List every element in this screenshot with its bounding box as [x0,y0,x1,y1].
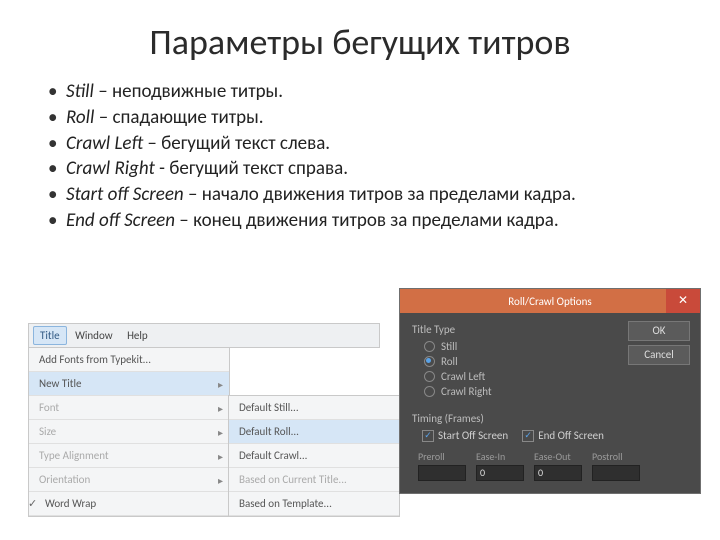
radio-crawl-right[interactable]: Crawl Right [424,385,688,398]
desc: – неподвижные титры. [94,80,283,103]
menu-help[interactable]: Help [121,327,154,344]
radio-icon [424,386,435,397]
col-postroll: Postroll [592,450,640,481]
field-label: Postroll [592,450,623,463]
radio-label: Roll [441,355,458,368]
dropdown: Add Fonts from Typekit... New Title ▸ Fo… [28,348,230,517]
field-label: Ease-Out [534,450,571,463]
list-item: Crawl Right - бегущий текст справа. [48,157,682,181]
checkbox-icon: ✓ [522,430,534,442]
submenu-default-still[interactable]: Default Still... [229,396,399,420]
checkbox-icon: ✓ [422,430,434,442]
menu-size[interactable]: Size ▸ [29,420,229,444]
check-label: Start Off Screen [438,429,508,442]
check-icon: ✓ [28,497,37,510]
term: Roll [66,106,94,129]
timing-fields: Preroll Ease-In 0 Ease-Out 0 Postroll [418,450,688,481]
chevron-right-icon: ▸ [218,402,223,415]
dialog-buttons: OK Cancel [628,321,690,365]
term: End off Screen [66,209,175,232]
page-title: Параметры бегущих титров [38,20,682,64]
roll-crawl-dialog: Roll/Crawl Options ✕ OK Cancel Title Typ… [400,289,700,493]
list-item: Roll – спадающие титры. [48,106,682,130]
submenu-default-roll[interactable]: Default Roll... [229,420,399,444]
menu-new-title-label: New Title [39,377,81,390]
postroll-input[interactable] [592,465,640,481]
list-item: Still – неподвижные титры. [48,80,682,104]
group-timing: Timing (Frames) [412,412,688,425]
term: Crawl Left [66,132,143,155]
chevron-right-icon: ▸ [218,474,223,487]
submenu-based-on-current[interactable]: Based on Current Title... [229,468,399,492]
term: Still [66,80,94,103]
menu-type-align[interactable]: Type Alignment ▸ [29,444,229,468]
submenu-default-crawl[interactable]: Default Crawl... [229,444,399,468]
menu-screenshot: Title Window Help Add Fonts from Typekit… [28,323,380,517]
radio-icon [424,356,435,367]
radio-label: Crawl Left [441,370,485,383]
ok-button[interactable]: OK [628,321,690,341]
check-start-off[interactable]: ✓ Start Off Screen [422,429,508,442]
list-item: Crawl Left – бегущий текст слева. [48,132,682,156]
radio-label: Crawl Right [441,385,492,398]
desc: – спадающие титры. [94,106,263,129]
timing-group: Timing (Frames) ✓ Start Off Screen ✓ End… [412,412,688,481]
list-item: Start off Screen – начало движения титро… [48,183,682,207]
submenu-based-on-template[interactable]: Based on Template... [229,492,399,516]
radio-icon [424,371,435,382]
check-label: End Off Screen [538,429,604,442]
menu-size-label: Size [39,425,56,438]
ease-in-input[interactable]: 0 [476,465,524,481]
term: Start off Screen [66,183,184,206]
menubar: Title Window Help [28,323,380,348]
radio-icon [424,341,435,352]
menu-word-wrap-label: Word Wrap [45,497,96,510]
col-preroll: Preroll [418,450,466,481]
close-button[interactable]: ✕ [666,289,700,313]
check-end-off[interactable]: ✓ End Off Screen [522,429,604,442]
menu-orientation[interactable]: Orientation ▸ [29,468,229,492]
chevron-right-icon: ▸ [218,426,223,439]
menu-word-wrap[interactable]: ✓ Word Wrap [29,492,229,516]
menu-new-title[interactable]: New Title ▸ [29,372,229,396]
field-label: Ease-In [476,450,505,463]
timing-checks: ✓ Start Off Screen ✓ End Off Screen [422,429,688,442]
col-ease-in: Ease-In 0 [476,450,524,481]
desc: – конец движения титров за пределами кад… [175,209,559,232]
menu-font-label: Font [39,401,59,414]
menu-title[interactable]: Title [33,326,67,345]
preroll-input[interactable] [418,465,466,481]
menu-type-align-label: Type Alignment [39,449,109,462]
desc: - бегущий текст справа. [155,157,348,180]
dialog-title: Roll/Crawl Options [508,295,591,308]
menu-add-fonts[interactable]: Add Fonts from Typekit... [29,348,229,372]
list-item: End off Screen – конец движения титров з… [48,209,682,233]
chevron-right-icon: ▸ [218,450,223,463]
radio-crawl-left[interactable]: Crawl Left [424,370,688,383]
desc: – начало движения титров за пределами ка… [184,183,576,206]
menu-font[interactable]: Font ▸ [29,396,229,420]
chevron-right-icon: ▸ [218,378,223,391]
slide: Параметры бегущих титров Still – неподви… [0,0,720,540]
cancel-button[interactable]: Cancel [628,345,690,365]
dialog-body: OK Cancel Title Type Still Roll Crawl Le… [400,313,700,493]
ease-out-input[interactable]: 0 [534,465,582,481]
radio-label: Still [441,340,457,353]
dialog-titlebar: Roll/Crawl Options ✕ [400,289,700,313]
menu-orientation-label: Orientation [39,473,90,486]
bullet-list: Still – неподвижные титры. Roll – спадаю… [38,80,682,233]
menu-window[interactable]: Window [69,327,119,344]
field-label: Preroll [418,450,445,463]
submenu: Default Still... Default Roll... Default… [228,395,400,517]
col-ease-out: Ease-Out 0 [534,450,582,481]
term: Crawl Right [66,157,155,180]
close-icon: ✕ [678,294,688,308]
desc: – бегущий текст слева. [143,132,330,155]
